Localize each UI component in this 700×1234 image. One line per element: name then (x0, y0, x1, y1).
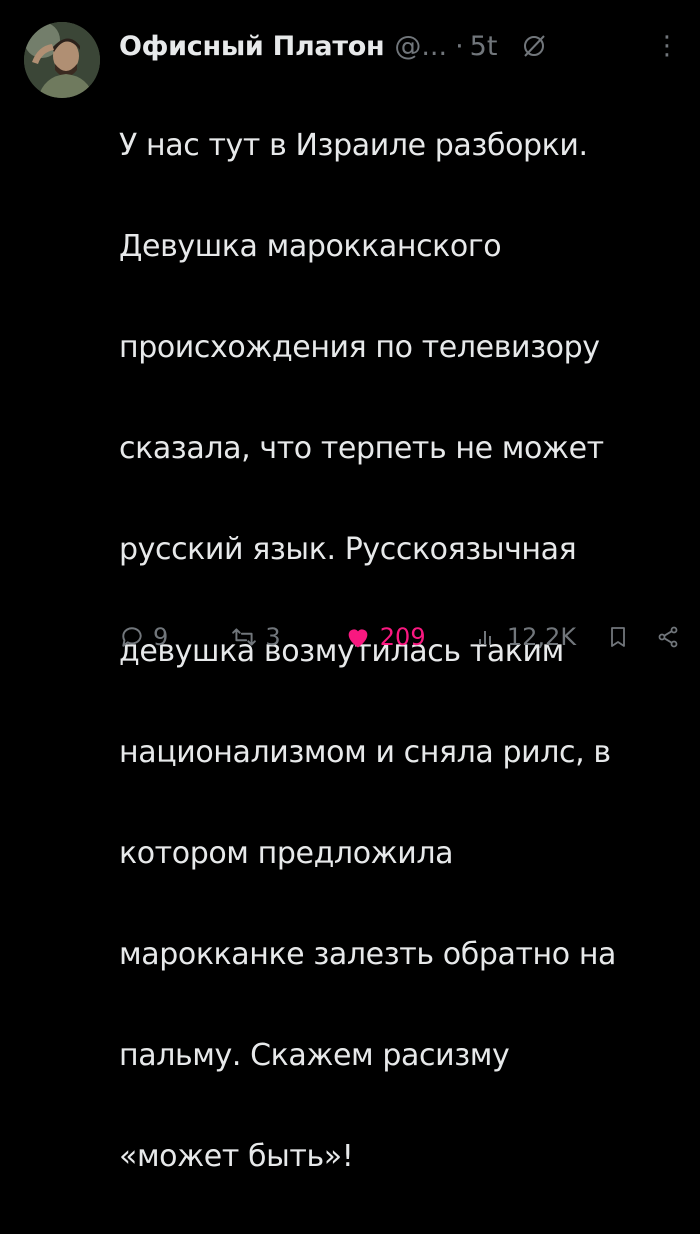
tweet-text-line: национализмом и сняла рилс, в (119, 734, 611, 770)
views-count: 12,2K (506, 623, 577, 651)
retweet-button[interactable]: 3 (231, 623, 343, 651)
tweet-text-line: Девушка марокканского (119, 228, 502, 264)
more-icon[interactable]: ⋮ (654, 33, 684, 59)
tweet-text-line: У нас тут в Израиле разборки. (119, 127, 588, 163)
share-icon[interactable] (656, 625, 680, 649)
like-count: 209 (379, 623, 426, 651)
retweet-icon (232, 628, 257, 646)
action-bar: 9 3 209 12,2K (119, 612, 680, 662)
tweet-text-line: пальму. Скажем расизму (119, 1038, 510, 1074)
author-avatar[interactable] (24, 22, 100, 98)
heart-icon (348, 629, 368, 648)
tweet-time[interactable]: 5t (470, 31, 498, 62)
reply-button[interactable]: 9 (119, 623, 231, 651)
tweet-text-line: котором предложила (119, 835, 454, 871)
tweet-text-line: происхождения по телевизору (119, 329, 600, 365)
tweet-header: Офисный Платон @... · 5t ⋮ (119, 26, 684, 66)
tweet-text-line: сказала, что терпеть не может (119, 431, 604, 467)
bookmark-icon[interactable] (606, 624, 630, 650)
grok-icon[interactable] (519, 31, 549, 61)
reply-icon (122, 627, 142, 647)
retweet-count: 3 (265, 623, 281, 651)
like-button[interactable]: 209 (344, 623, 475, 651)
tweet-text-line: русский язык. Русскоязычная (119, 532, 577, 568)
views-icon (478, 631, 491, 645)
share-group (606, 624, 680, 650)
tweet-text-line: марокканке залезть обратно на (119, 937, 617, 973)
views-button[interactable]: 12,2K (475, 623, 606, 651)
author-name[interactable]: Офисный Платон (119, 31, 385, 62)
separator-dot: · (455, 30, 464, 62)
author-handle[interactable]: @... (394, 31, 447, 62)
reply-count: 9 (153, 623, 169, 651)
tweet-text-line: «может быть»! (119, 1139, 354, 1175)
